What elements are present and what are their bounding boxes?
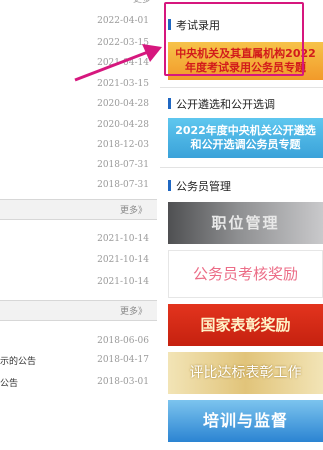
panel-header: 更多》 (0, 199, 157, 220)
banner-text-line: 和公开选调公务员专题 (190, 138, 301, 151)
section-marker (168, 180, 171, 191)
banner-text-line: 2022年度中央机关公开遴选 (175, 124, 316, 137)
news-date: 2020-04-28 (97, 120, 149, 130)
news-date: 2018-06-06 (97, 336, 149, 346)
highlight-box (164, 2, 304, 76)
news-date: 2022-04-01 (97, 16, 149, 26)
section-marker (168, 98, 171, 109)
banner-text: 培训与监督 (202, 411, 288, 430)
annotation-arrow-icon (74, 44, 162, 82)
news-date: 2018-03-01 (97, 377, 149, 387)
banner-text: 评比达标表彰工作 (189, 365, 302, 381)
more-link[interactable]: 更多》 (120, 203, 147, 216)
news-date: 2020-04-28 (97, 99, 149, 109)
divider (160, 167, 323, 168)
news-date: 2018-12-03 (97, 140, 149, 150)
news-date: 2021-10-14 (97, 234, 149, 244)
more-link[interactable]: 更多》 (120, 304, 147, 317)
news-date: 2018-07-31 (97, 180, 149, 190)
banner-text: 国家表彰奖励 (200, 316, 291, 334)
section-title-mgmt: 公务员管理 (168, 178, 231, 194)
assessment-reward-banner[interactable]: 公务员考核奖励 (168, 250, 323, 298)
divider (160, 87, 323, 88)
open-selection-banner[interactable]: 2022年度中央机关公开遴选 和公开选调公务员专题 (168, 118, 323, 158)
banner-text: 职位管理 (211, 214, 280, 232)
more-link-partial[interactable]: 更多 (133, 0, 151, 5)
training-supervision-banner[interactable]: 培训与监督 (168, 400, 323, 442)
section-title-open: 公开遴选和公开选调 (168, 96, 275, 112)
news-date: 2018-07-31 (97, 160, 149, 170)
position-management-banner[interactable]: 职位管理 (168, 202, 323, 244)
news-date: 2018-04-17 (97, 355, 149, 365)
news-date: 2021-10-14 (97, 255, 149, 265)
national-honors-banner[interactable]: 国家表彰奖励 (168, 304, 323, 346)
news-title-fragment[interactable]: 公告 (0, 376, 18, 389)
banner-text: 公务员考核奖励 (192, 265, 298, 283)
news-date: 2021-10-14 (97, 277, 149, 287)
panel-header: 更多》 (0, 300, 157, 321)
evaluation-work-banner[interactable]: 评比达标表彰工作 (168, 352, 323, 394)
news-title-fragment[interactable]: 示的公告 (0, 354, 36, 367)
